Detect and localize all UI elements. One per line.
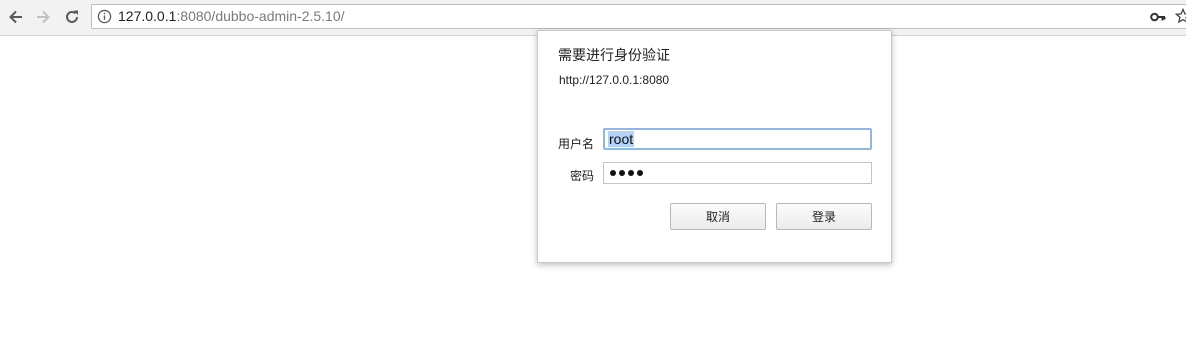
back-arrow-icon [9, 10, 22, 24]
username-field[interactable]: root [603, 128, 872, 150]
star-icon[interactable] [1175, 8, 1186, 24]
address-bar[interactable]: 127.0.0.1:8080/dubbo-admin-2.5.10/ [91, 4, 1186, 29]
forward-button[interactable] [32, 6, 54, 28]
password-field[interactable] [603, 162, 872, 184]
password-label: 密码 [569, 169, 594, 183]
password-dot [628, 170, 634, 176]
back-button[interactable] [5, 6, 27, 28]
dialog-origin: http://127.0.0.1:8080 [559, 73, 670, 87]
username-label: 用户名 [557, 137, 594, 151]
info-icon[interactable] [97, 9, 112, 24]
auth-dialog: 需要进行身份验证 http://127.0.0.1:8080 用户名 root … [537, 30, 892, 263]
url-text: 127.0.0.1:8080/dubbo-admin-2.5.10/ [118, 8, 345, 25]
username-value: root [608, 131, 635, 147]
reload-button[interactable] [61, 6, 83, 28]
url-path: :8080/dubbo-admin-2.5.10/ [176, 8, 345, 24]
password-dot [637, 170, 643, 176]
login-button[interactable]: 登录 [776, 203, 872, 230]
reload-icon [66, 10, 78, 23]
key-icon[interactable] [1150, 10, 1166, 24]
url-host: 127.0.0.1 [118, 8, 177, 24]
password-mask [610, 170, 643, 176]
password-dot [619, 170, 625, 176]
password-dot [610, 170, 616, 176]
forward-arrow-icon [37, 10, 50, 24]
cancel-button[interactable]: 取消 [670, 203, 766, 230]
dialog-title: 需要进行身份验证 [558, 48, 670, 64]
